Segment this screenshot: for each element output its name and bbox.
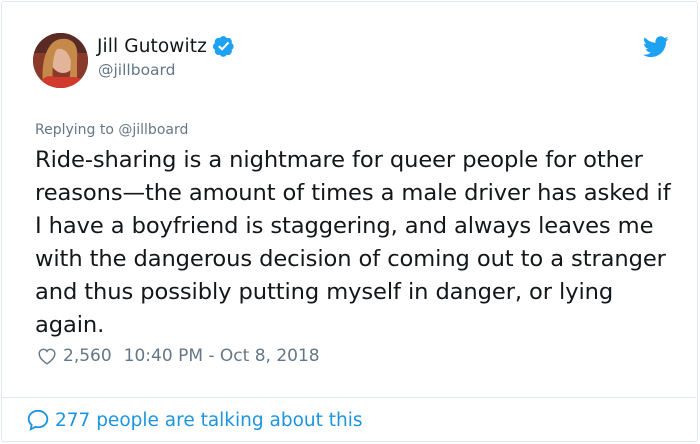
conversation-link[interactable]: 277 people are talking about this: [25, 407, 363, 433]
speech-bubble-icon: [27, 409, 49, 431]
tweet-card: Jill Gutowitz @jillboard Replying to @ji…: [1, 1, 698, 442]
tweet-meta: 2,560 10:40 PM - Oct 8, 2018: [36, 345, 320, 367]
tweet-text: Ride-sharing is a nightmare for queer pe…: [35, 147, 671, 338]
twitter-bird-icon[interactable]: [643, 36, 669, 58]
avatar-image: [33, 33, 88, 88]
conversation-text[interactable]: 277 people are talking about this: [55, 410, 363, 431]
avatar[interactable]: [33, 33, 88, 88]
replying-to[interactable]: Replying to @jillboard: [35, 122, 188, 138]
like-count[interactable]: 2,560: [63, 346, 112, 366]
tweet-timestamp[interactable]: 10:40 PM - Oct 8, 2018: [124, 346, 320, 366]
divider: [3, 397, 696, 398]
heart-icon[interactable]: [36, 345, 58, 367]
author-row: Jill Gutowitz: [97, 35, 235, 57]
author-name[interactable]: Jill Gutowitz: [97, 36, 207, 57]
author-handle[interactable]: @jillboard: [98, 61, 176, 79]
verified-badge-icon: [212, 36, 234, 57]
